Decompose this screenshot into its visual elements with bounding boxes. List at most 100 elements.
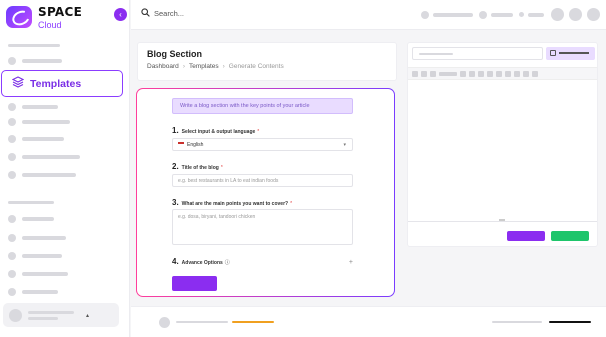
required-marker: * [220,165,223,171]
sidebar-section-heading [8,201,54,204]
footer-link[interactable] [232,321,274,323]
output-editor [407,42,598,247]
breadcrumb-dashboard[interactable]: Dashboard [147,63,179,70]
nav-icon [8,171,16,179]
question-title: 2. Title of the blog * [172,162,223,171]
sidebar-item[interactable] [8,103,58,111]
page-title: Blog Section [147,49,203,59]
image-icon[interactable] [505,70,511,77]
status-dot [519,12,524,17]
required-marker: * [290,201,293,207]
sidebar-item[interactable] [8,252,62,260]
caret-up-icon: ▴ [86,312,90,319]
advance-options-toggle[interactable]: 4. Advance Options ⓘ + [172,257,353,266]
notification-icon[interactable] [569,8,582,21]
nav-icon [8,234,16,242]
sidebar: SPACE Cloud ‹ Templates ▴ [0,0,130,337]
italic-icon[interactable] [421,70,427,77]
brand-name: SPACE [38,5,83,19]
us-flag-icon [178,142,184,147]
breadcrumb-templates[interactable]: Templates [189,63,219,70]
nav-icon [8,252,16,260]
nav-icon [8,118,16,126]
editor-content[interactable] [408,81,597,221]
bold-icon[interactable] [412,70,418,77]
list-icon[interactable] [487,70,493,77]
align-center-icon[interactable] [469,70,475,77]
sidebar-item[interactable] [8,135,64,143]
footer-link[interactable] [549,321,591,323]
nav-icon [8,215,16,223]
footer [131,306,606,337]
avatar [9,308,22,322]
resize-handle-icon[interactable] [499,219,505,221]
sidebar-item[interactable] [8,171,76,179]
plan-icon[interactable] [479,10,487,19]
question-language: 1. Select input & output language * [172,126,260,135]
sidebar-item[interactable] [8,270,68,278]
plus-icon[interactable]: + [349,259,353,266]
page-header: Blog Section Dashboard › Templates › Gen… [137,42,397,81]
align-left-icon[interactable] [460,70,466,77]
align-right-icon[interactable] [478,70,484,77]
chevron-right-icon: › [182,63,185,70]
footer-text [176,321,228,323]
undo-icon[interactable] [523,70,529,77]
template-description: Write a blog section with the key points… [172,98,353,114]
link-icon[interactable] [496,70,502,77]
format-dropdown[interactable] [439,71,457,76]
blog-title-input[interactable]: e.g. best restaurants in LA to eat india… [172,174,353,187]
language-select[interactable]: English ▾ [172,138,353,151]
save-toggle[interactable] [546,47,595,60]
checkbox-icon [550,50,556,56]
breadcrumb-current: Generate Contents [228,63,284,70]
user-menu[interactable]: ▴ [3,303,119,327]
search-box[interactable]: Search... [141,8,184,19]
chevron-right-icon: › [222,63,225,70]
nav-icon [8,288,16,296]
redo-icon[interactable] [532,70,538,77]
table-icon[interactable] [514,70,520,77]
rocket-icon [6,6,32,28]
theme-icon[interactable] [551,8,564,21]
collapse-sidebar-button[interactable]: ‹ [114,8,127,21]
copy-button[interactable] [507,231,545,241]
topbar: Search... [131,0,606,30]
nav-icon [8,135,16,143]
nav-icon [8,57,16,65]
search-input[interactable]: Search... [154,9,184,18]
main-points-textarea[interactable]: e.g. dosa, biryani, tandoori chicken [172,209,353,245]
generate-button[interactable] [172,276,217,291]
search-icon [141,8,154,19]
language-icon[interactable] [421,10,429,19]
nav-icon [8,153,16,161]
sidebar-item[interactable] [8,153,80,161]
footer-logo-icon [159,317,170,328]
sidebar-item[interactable] [8,288,58,296]
sidebar-item[interactable] [8,57,62,65]
editor-toolbar [408,67,597,80]
info-icon: ⓘ [224,260,230,266]
sidebar-item[interactable] [8,118,70,126]
sidebar-item[interactable] [8,215,54,223]
layers-icon [11,75,25,93]
sidebar-item-templates[interactable]: Templates [1,70,123,97]
chevron-down-icon: ▾ [343,141,346,148]
avatar[interactable] [587,8,600,21]
template-form: Write a blog section with the key points… [136,88,395,297]
footer-link[interactable] [492,321,542,323]
download-button[interactable] [551,231,589,241]
breadcrumb: Dashboard › Templates › Generate Content… [147,63,387,70]
nav-icon [8,270,16,278]
editor-divider [408,221,597,222]
sidebar-section-heading [8,44,60,47]
brand-logo[interactable]: SPACE Cloud [6,4,82,30]
required-marker: * [257,129,260,135]
nav-icon [8,103,16,111]
document-name-input[interactable] [412,47,543,60]
underline-icon[interactable] [430,70,436,77]
question-points: 3. What are the main points you want to … [172,198,293,207]
brand-sub: Cloud [38,20,62,30]
sidebar-item[interactable] [8,234,66,242]
topbar-actions [421,8,600,21]
